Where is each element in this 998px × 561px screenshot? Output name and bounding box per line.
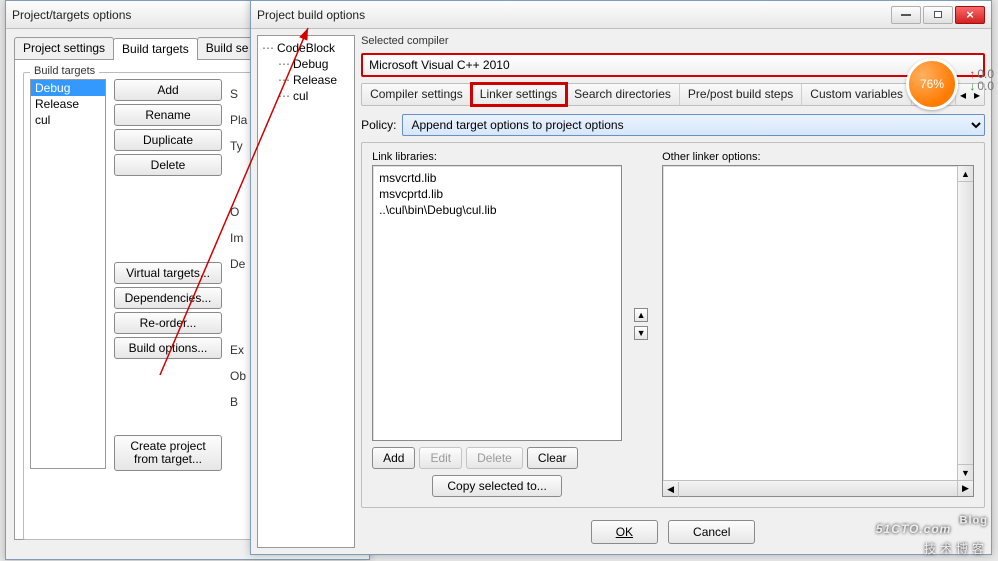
badge-stats: 0.0 0.0 bbox=[969, 68, 994, 92]
duplicate-target-button[interactable]: Duplicate bbox=[114, 129, 222, 151]
virtual-targets-button[interactable]: Virtual targets... bbox=[114, 262, 222, 284]
target-release[interactable]: Release bbox=[31, 96, 105, 112]
tab-custom-variables[interactable]: Custom variables bbox=[802, 84, 912, 105]
front-title: Project build options bbox=[257, 8, 891, 22]
tab-scroll-left[interactable]: ◂ bbox=[956, 86, 970, 104]
linker-settings-panel: Link libraries: msvcrtd.lib msvcprtd.lib… bbox=[361, 142, 985, 508]
close-icon: × bbox=[966, 10, 974, 20]
target-tree[interactable]: CodeBlock Debug Release cul bbox=[257, 35, 355, 548]
maximize-icon bbox=[934, 11, 942, 18]
scroll-left-icon[interactable]: ◀ bbox=[663, 482, 679, 497]
tab-search-directories[interactable]: Search directories bbox=[566, 84, 680, 105]
project-build-options-window: Project build options × CodeBlock Debug … bbox=[250, 0, 992, 555]
other-linker-options-textarea[interactable]: ▲ ▼ ◀ ▶ bbox=[662, 165, 974, 497]
watermark: 51CTO.com Blog 技术博客 bbox=[876, 509, 988, 557]
tab-project-settings[interactable]: Project settings bbox=[14, 37, 114, 59]
build-options-button[interactable]: Build options... bbox=[114, 337, 222, 359]
build-targets-list[interactable]: Debug Release cul bbox=[30, 79, 106, 469]
tree-debug[interactable]: Debug bbox=[260, 56, 352, 72]
edit-lib-button[interactable]: Edit bbox=[419, 447, 462, 469]
selected-compiler-label: Selected compiler bbox=[361, 35, 985, 47]
build-options-tabs: Compiler settings Linker settings Search… bbox=[361, 83, 985, 106]
reorder-arrows: ▲ ▼ bbox=[634, 151, 650, 497]
horizontal-scrollbar[interactable]: ◀ ▶ bbox=[663, 480, 973, 496]
dependencies-button[interactable]: Dependencies... bbox=[114, 287, 222, 309]
move-up-button[interactable]: ▲ bbox=[634, 308, 648, 322]
tab-linker-settings[interactable]: Linker settings bbox=[472, 84, 566, 105]
minimize-icon bbox=[901, 14, 911, 16]
target-cul[interactable]: cul bbox=[31, 112, 105, 128]
link-libraries-label: Link libraries: bbox=[372, 151, 622, 163]
rename-target-button[interactable]: Rename bbox=[114, 104, 222, 126]
add-target-button[interactable]: Add bbox=[114, 79, 222, 101]
delete-lib-button[interactable]: Delete bbox=[466, 447, 523, 469]
tab-prepost-build[interactable]: Pre/post build steps bbox=[680, 84, 802, 105]
delete-target-button[interactable]: Delete bbox=[114, 154, 222, 176]
tab-compiler-settings[interactable]: Compiler settings bbox=[362, 84, 472, 105]
tab-build-se[interactable]: Build se bbox=[197, 37, 258, 59]
tree-cul[interactable]: cul bbox=[260, 88, 352, 104]
add-lib-button[interactable]: Add bbox=[372, 447, 415, 469]
link-libraries-list[interactable]: msvcrtd.lib msvcprtd.lib ..\cul\bin\Debu… bbox=[372, 165, 622, 441]
cancel-button[interactable]: Cancel bbox=[668, 520, 755, 544]
clear-libs-button[interactable]: Clear bbox=[527, 447, 578, 469]
clipped-labels: S Pla Ty O Im De Ex Ob B bbox=[230, 79, 244, 415]
tree-root[interactable]: CodeBlock bbox=[260, 40, 352, 56]
lib-item[interactable]: ..\cul\bin\Debug\cul.lib bbox=[379, 202, 615, 218]
other-linker-options-label: Other linker options: bbox=[662, 151, 974, 163]
percent-badge: 76% bbox=[906, 58, 958, 110]
policy-select[interactable]: Append target options to project options bbox=[402, 114, 985, 136]
maximize-button[interactable] bbox=[923, 6, 953, 24]
selected-compiler-field[interactable]: Microsoft Visual C++ 2010 bbox=[361, 53, 985, 77]
policy-label: Policy: bbox=[361, 118, 396, 132]
create-project-from-target-button[interactable]: Create project from target... bbox=[114, 435, 222, 471]
lib-item[interactable]: msvcrtd.lib bbox=[379, 170, 615, 186]
lib-item[interactable]: msvcprtd.lib bbox=[379, 186, 615, 202]
build-targets-legend: Build targets bbox=[30, 65, 99, 77]
copy-selected-to-button[interactable]: Copy selected to... bbox=[432, 475, 561, 497]
vertical-scrollbar[interactable]: ▲ ▼ bbox=[957, 166, 973, 480]
reorder-button[interactable]: Re-order... bbox=[114, 312, 222, 334]
move-down-button[interactable]: ▼ bbox=[634, 326, 648, 340]
tree-release[interactable]: Release bbox=[260, 72, 352, 88]
ok-button[interactable]: OK bbox=[591, 520, 658, 544]
target-debug[interactable]: Debug bbox=[31, 80, 105, 96]
scroll-down-icon[interactable]: ▼ bbox=[958, 464, 973, 480]
tab-build-targets[interactable]: Build targets bbox=[113, 38, 198, 60]
scroll-right-icon[interactable]: ▶ bbox=[957, 481, 973, 496]
scroll-up-icon[interactable]: ▲ bbox=[958, 166, 973, 182]
close-button[interactable]: × bbox=[955, 6, 985, 24]
front-titlebar: Project build options × bbox=[251, 1, 991, 29]
minimize-button[interactable] bbox=[891, 6, 921, 24]
